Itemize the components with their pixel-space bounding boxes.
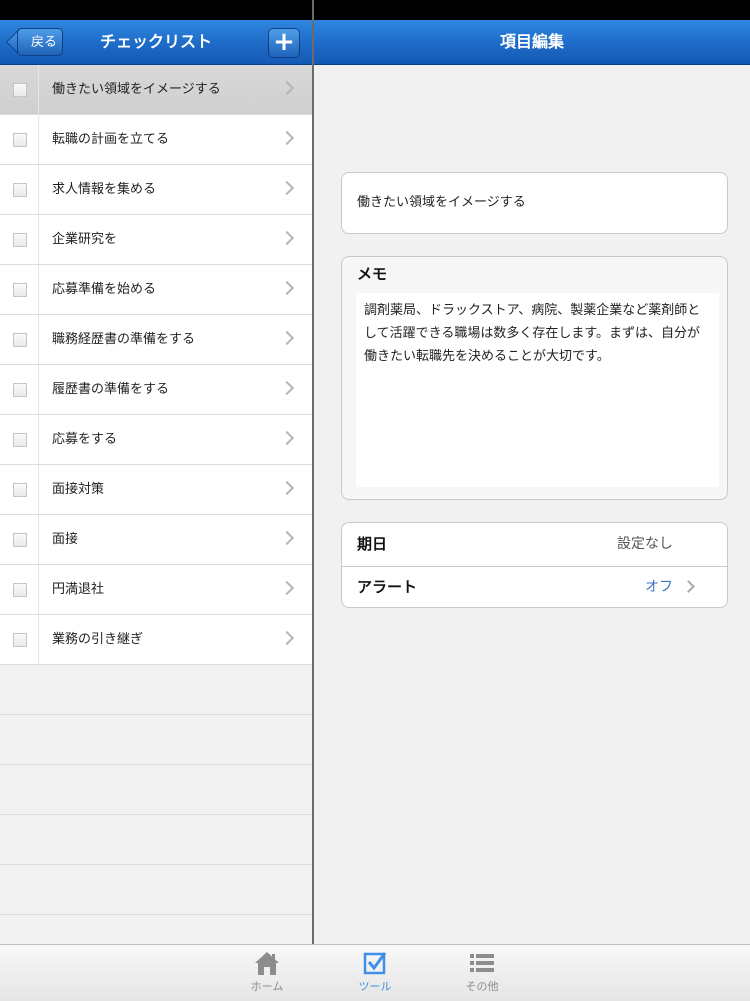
tab-other[interactable]: その他 [442, 949, 522, 999]
item-checkbox[interactable] [13, 383, 27, 397]
item-label: 転職の計画を立てる [52, 132, 170, 147]
item-label: 職務経歴書の準備をする [52, 332, 196, 347]
add-item-button[interactable]: + [268, 28, 300, 58]
status-bar [0, 0, 750, 20]
checklist-list: 働きたい領域をイメージする 転職の計画を立てる 求人情報を集める 企業研究を 応… [0, 65, 312, 944]
list-item[interactable]: 面接対策 [0, 465, 312, 515]
item-label: 円満退社 [52, 582, 105, 597]
item-checkbox[interactable] [13, 333, 27, 347]
item-checkbox[interactable] [13, 533, 27, 547]
list-item[interactable]: 応募準備を始める [0, 265, 312, 315]
chevron-right-icon [279, 530, 295, 546]
item-label: 面接対策 [52, 482, 105, 497]
chevron-right-icon [279, 380, 295, 396]
chevron-right-icon [279, 280, 295, 296]
back-button[interactable]: 戻る [17, 28, 63, 56]
item-checkbox[interactable] [13, 133, 27, 147]
item-label: 業務の引き継ぎ [52, 632, 144, 647]
chevron-right-icon [279, 130, 295, 146]
checkbox-icon [363, 952, 387, 975]
memo-textarea[interactable]: 調剤薬局、ドラックストア、病院、製薬企業など薬剤師として活躍できる職場は数多く存… [356, 293, 719, 487]
tab-home[interactable]: ホーム [227, 949, 307, 999]
list-item[interactable]: 業務の引き継ぎ [0, 615, 312, 665]
due-date-label: 期日 [357, 535, 388, 553]
item-label: 企業研究を [52, 232, 118, 247]
chevron-right-icon [279, 330, 295, 346]
item-edit-title: 項目編集 [499, 32, 564, 51]
item-checkbox[interactable] [13, 633, 27, 647]
item-checkbox[interactable] [13, 233, 27, 247]
item-label: 面接 [52, 532, 79, 547]
tab-tools[interactable]: ツール [335, 949, 415, 999]
chevron-right-icon [279, 80, 295, 96]
chevron-right-icon [279, 480, 295, 496]
list-item[interactable]: 企業研究を [0, 215, 312, 265]
checklist-navbar: 戻る チェックリスト + [0, 20, 312, 65]
memo-section: メモ 調剤薬局、ドラックストア、病院、製薬企業など薬剤師として活躍できる職場は数… [341, 256, 728, 500]
item-checkbox[interactable] [13, 583, 27, 597]
list-item[interactable]: 転職の計画を立てる [0, 115, 312, 165]
item-checkbox[interactable] [13, 483, 27, 497]
alert-value: オフ [645, 579, 673, 595]
due-date-row[interactable]: 期日 設定なし [342, 523, 727, 567]
back-button-label: 戻る [30, 35, 57, 50]
list-item[interactable]: 面接 [0, 515, 312, 565]
chevron-right-icon [279, 430, 295, 446]
item-label: 応募をする [52, 432, 118, 447]
checklist-pane: 戻る チェックリスト + 働きたい領域をイメージする 転職の計画を立てる 求人情… [0, 20, 312, 944]
item-title-field[interactable]: 働きたい領域をイメージする [341, 172, 728, 234]
list-item[interactable]: 円満退社 [0, 565, 312, 615]
list-item[interactable]: 職務経歴書の準備をする [0, 315, 312, 365]
chevron-right-icon [682, 580, 695, 593]
due-date-value: 設定なし [617, 536, 673, 552]
item-label: 履歴書の準備をする [52, 382, 170, 397]
alert-row[interactable]: アラート オフ [342, 566, 727, 609]
tab-other-label: その他 [465, 980, 499, 993]
item-title-value: 働きたい領域をイメージする [357, 195, 526, 210]
tab-home-label: ホーム [250, 980, 284, 993]
memo-label: メモ [357, 265, 388, 283]
item-checkbox[interactable] [13, 183, 27, 197]
chevron-right-icon [279, 580, 295, 596]
tab-bar: ホーム ツール その他 [0, 944, 750, 1001]
chevron-right-icon [279, 180, 295, 196]
item-label: 求人情報を集める [52, 182, 157, 197]
item-label: 働きたい領域をイメージする [52, 82, 221, 97]
item-edit-pane: 項目編集 働きたい領域をイメージする メモ 調剤薬局、ドラックストア、病院、製薬… [314, 20, 750, 944]
alert-label: アラート [357, 578, 418, 596]
tab-tools-label: ツール [358, 980, 392, 993]
list-item[interactable]: 求人情報を集める [0, 165, 312, 215]
list-item[interactable]: 応募をする [0, 415, 312, 465]
chevron-right-icon [279, 630, 295, 646]
list-item[interactable]: 働きたい領域をイメージする [0, 65, 312, 115]
chevron-right-icon [279, 230, 295, 246]
item-label: 応募準備を始める [52, 282, 157, 297]
item-checkbox[interactable] [13, 83, 27, 97]
list-item[interactable]: 履歴書の準備をする [0, 365, 312, 415]
home-icon [255, 952, 279, 975]
item-checkbox[interactable] [13, 283, 27, 297]
list-icon [470, 954, 494, 972]
settings-group: 期日 設定なし アラート オフ [341, 522, 728, 608]
item-edit-navbar: 項目編集 [314, 20, 750, 65]
item-checkbox[interactable] [13, 433, 27, 447]
